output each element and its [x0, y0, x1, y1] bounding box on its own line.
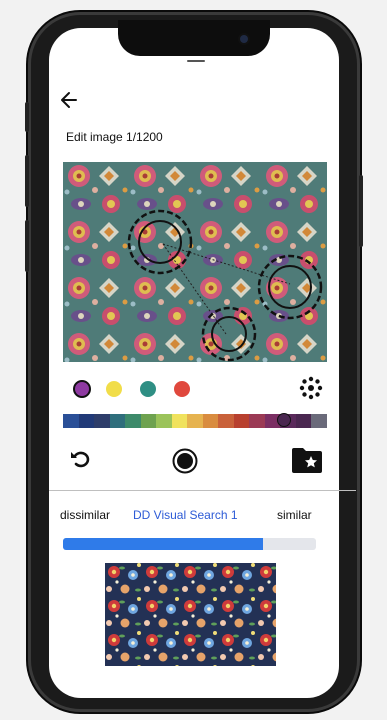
dissimilar-label: dissimilar	[60, 508, 111, 522]
palette-color-segment[interactable]	[109, 414, 126, 428]
similarity-slider-fill	[63, 538, 263, 550]
palette-color-segment[interactable]	[63, 414, 80, 428]
drag-handle[interactable]	[187, 60, 205, 62]
palette-color-segment[interactable]	[156, 414, 173, 428]
volume-up-button	[25, 155, 29, 207]
palette-color-segment[interactable]	[140, 414, 157, 428]
color-swatch-red[interactable]	[174, 381, 190, 397]
result-image[interactable]	[105, 563, 276, 666]
similarity-slider[interactable]	[63, 538, 316, 550]
divider	[49, 490, 356, 491]
record-icon[interactable]	[172, 448, 198, 474]
palette-color-segment[interactable]	[94, 414, 111, 428]
palette-color-segment[interactable]	[171, 414, 188, 428]
palette-color-segment[interactable]	[125, 414, 142, 428]
palette-color-segment[interactable]	[218, 414, 235, 428]
palette-color-segment[interactable]	[233, 414, 250, 428]
similar-label: similar	[277, 508, 312, 522]
palette-color-segment[interactable]	[187, 414, 204, 428]
volume-down-button	[25, 220, 29, 272]
undo-icon[interactable]	[68, 447, 92, 471]
power-button	[359, 175, 363, 247]
color-swatch-teal[interactable]	[140, 381, 156, 397]
page-title: Edit image 1/1200	[66, 130, 163, 144]
mute-switch	[25, 102, 29, 132]
palette-color-segment[interactable]	[295, 414, 312, 428]
palette-color-segment[interactable]	[202, 414, 219, 428]
palette-color-segment[interactable]	[249, 414, 266, 428]
palette-color-segment[interactable]	[311, 414, 328, 428]
folder-star-icon[interactable]	[291, 446, 323, 474]
arrow-left-icon[interactable]	[58, 89, 80, 111]
sparkle-icon[interactable]	[298, 375, 324, 401]
pattern-image[interactable]	[63, 162, 327, 362]
palette-selector-handle[interactable]	[277, 413, 291, 427]
color-swatch-purple[interactable]	[73, 380, 91, 398]
search-name-link[interactable]: DD Visual Search 1	[133, 508, 238, 522]
color-swatch-yellow[interactable]	[106, 381, 122, 397]
front-camera	[240, 35, 248, 43]
palette-color-segment[interactable]	[78, 414, 95, 428]
